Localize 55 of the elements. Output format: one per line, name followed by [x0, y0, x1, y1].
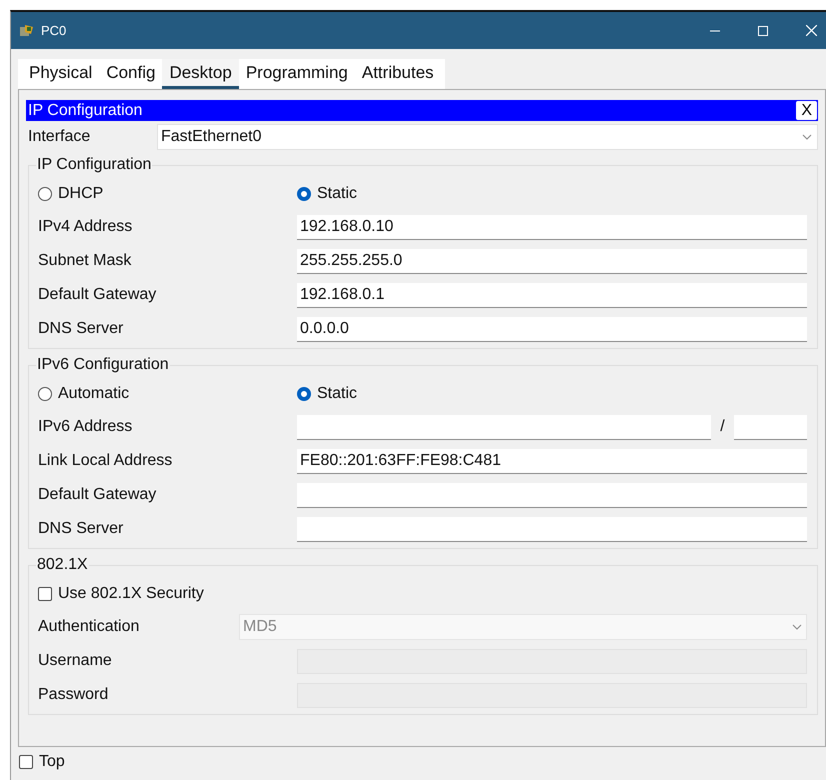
radio-label: Static — [317, 384, 358, 404]
checkbox[interactable] — [19, 755, 33, 769]
field-label: Password — [38, 685, 110, 705]
radio-button[interactable] — [38, 386, 52, 400]
radio-button[interactable] — [297, 386, 311, 400]
tab[interactable]: Config — [99, 59, 162, 89]
field-label: Interface — [27, 127, 92, 147]
radio-option[interactable]: Static — [297, 382, 358, 406]
field-label: Default Gateway — [38, 485, 158, 505]
group-title: IPv6 Configuration — [36, 355, 170, 375]
chevron-down-icon — [802, 134, 812, 140]
text-field[interactable]: 0.0.0.0 — [297, 316, 807, 342]
computer-icon — [19, 24, 35, 38]
checkbox[interactable] — [38, 586, 52, 600]
field-label: Default Gateway — [38, 285, 158, 305]
text-field[interactable]: 255.255.255.0 — [297, 248, 807, 274]
tab[interactable]: Desktop — [162, 59, 239, 89]
text-field[interactable]: FE80::201:63FF:FE98:C481 — [297, 448, 807, 474]
text-field[interactable] — [297, 482, 807, 508]
dialog-title: IP Configuration — [27, 100, 142, 120]
radio-button[interactable] — [297, 186, 311, 200]
checkbox-label: Top — [39, 752, 65, 772]
chevron-down-icon — [792, 624, 802, 630]
radio-option[interactable]: Automatic — [38, 382, 297, 406]
field-label: DNS Server — [38, 319, 124, 339]
field-label: Username — [38, 651, 113, 671]
field-label: Subnet Mask — [38, 251, 132, 271]
field-label: DNS Server — [38, 519, 124, 539]
radio-option[interactable]: Static — [297, 182, 358, 206]
text-field[interactable]: 192.168.0.1 — [297, 282, 807, 308]
separator-label: / — [719, 417, 726, 437]
text-field[interactable] — [734, 414, 807, 440]
radio-label: DHCP — [58, 184, 104, 204]
tab[interactable]: Programming — [238, 59, 355, 89]
text-field[interactable] — [297, 516, 807, 542]
maximize-icon[interactable] — [758, 26, 768, 36]
radio-option[interactable]: DHCP — [38, 182, 297, 206]
group-title: IP Configuration — [36, 155, 152, 175]
close-button[interactable]: X — [796, 101, 817, 120]
interface-dropdown[interactable]: FastEthernet0 — [157, 124, 818, 150]
group-title: 802.1X — [36, 555, 89, 575]
text-field[interactable]: 192.168.0.10 — [297, 214, 807, 240]
tab[interactable]: Physical — [22, 59, 100, 89]
radio-button[interactable] — [38, 186, 52, 200]
radio-label: Static — [317, 184, 358, 204]
window-title: PC0 — [41, 22, 66, 40]
checkbox-label: Use 802.1X Security — [58, 584, 204, 604]
field-label: IPv4 Address — [38, 217, 134, 237]
field-label: IPv6 Address — [38, 417, 134, 437]
field-label: Link Local Address — [38, 451, 174, 471]
close-icon[interactable] — [806, 25, 817, 36]
tab[interactable]: Attributes — [354, 59, 441, 89]
text-field[interactable] — [297, 414, 711, 440]
radio-label: Automatic — [58, 384, 130, 404]
field-label: Authentication — [38, 617, 140, 637]
